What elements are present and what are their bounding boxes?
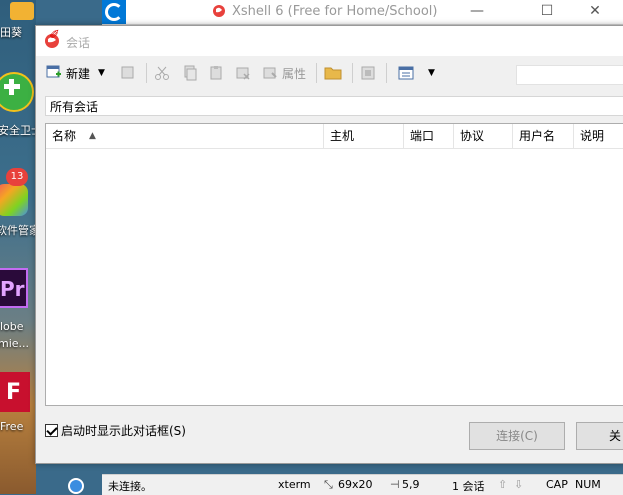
- dropdown-arrow-icon[interactable]: ▼: [98, 68, 105, 78]
- list-header: 名称 ▲ 主机 端口 协议 用户名 说明: [46, 124, 623, 149]
- close-button[interactable]: ✕: [572, 0, 618, 24]
- properties-button[interactable]: 属性: [262, 62, 306, 84]
- desktop: 田葵 安全卫士 13 软件管家 Pr lobe mie... F Free: [0, 0, 36, 494]
- open-folder-icon[interactable]: [324, 62, 342, 84]
- new-session-button[interactable]: 新建 ▼: [46, 62, 105, 84]
- column-header-port[interactable]: 端口: [404, 124, 454, 148]
- desktop-icon-calendar[interactable]: [0, 0, 36, 22]
- resize-icon: ⤡: [324, 478, 333, 491]
- desktop-label: 软件管家: [0, 224, 36, 237]
- desktop-icon-premiere[interactable]: Pr: [0, 268, 36, 312]
- copy-session-icon[interactable]: [120, 62, 136, 84]
- dropdown-arrow-icon[interactable]: ▼: [428, 68, 435, 78]
- desktop-icon-security-guard[interactable]: [0, 70, 36, 114]
- arrow-down-icon[interactable]: ⇩: [514, 478, 523, 491]
- xshell-app-icon: [102, 0, 126, 24]
- connection-status: 未连接。: [108, 480, 152, 493]
- num-lock-indicator: NUM: [575, 478, 601, 491]
- session-search-input[interactable]: [516, 65, 623, 85]
- terminal-type: xterm: [278, 478, 311, 491]
- sessions-dialog: 会话 ✐ 新建 ▼ 属性 ▼ 所有会话 名称 ▲ 主机 端口 协议 用户名 说明…: [35, 25, 623, 464]
- session-list[interactable]: 名称 ▲ 主机 端口 协议 用户名 说明: [45, 123, 623, 406]
- xshell-logo-icon: [212, 4, 226, 21]
- cursor-icon: ⊣: [390, 478, 400, 491]
- desktop-label: Free: [0, 420, 24, 433]
- desktop-icon-software-manager[interactable]: 13: [0, 168, 36, 218]
- startup-checkbox[interactable]: 启动时显示此对话框(S): [45, 422, 186, 439]
- folder-path-bar[interactable]: 所有会话: [45, 96, 623, 116]
- checkbox-checked-icon[interactable]: [45, 424, 58, 437]
- notification-badge: 13: [6, 168, 28, 186]
- dialog-titlebar: 会话 ✐: [36, 26, 623, 56]
- cut-icon[interactable]: [154, 62, 170, 84]
- view-options-button[interactable]: ▼: [398, 62, 435, 84]
- paste-icon[interactable]: [208, 62, 224, 84]
- new-session-icon: [46, 64, 62, 83]
- sort-ascending-icon: ▲: [89, 131, 96, 141]
- delete-icon[interactable]: [235, 62, 251, 84]
- caps-lock-indicator: CAP: [546, 478, 568, 491]
- column-header-protocol[interactable]: 协议: [454, 124, 513, 148]
- toolbar: 新建 ▼ 属性 ▼: [36, 58, 623, 88]
- desktop-label: lobe: [0, 320, 24, 333]
- cursor-position: 5,9: [402, 478, 420, 491]
- current-folder: 所有会话: [50, 100, 99, 114]
- status-bar: 未连接。 xterm ⤡ 69x20 ⊣ 5,9 1 会话 ⇧ ⇩ CAP NU…: [102, 474, 623, 495]
- desktop-label: 安全卫士: [0, 124, 36, 137]
- session-count: 1 会话: [452, 480, 485, 493]
- xshell-main-titlebar: Xshell 6 (Free for Home/School) — ☐ ✕: [102, 0, 623, 25]
- connect-button[interactable]: 连接(C): [469, 422, 565, 450]
- cursor-pointer-icon: ✐: [49, 28, 60, 43]
- column-header-host[interactable]: 主机: [324, 124, 404, 148]
- desktop-icon-pdf[interactable]: F: [0, 372, 36, 416]
- minimize-button[interactable]: —: [454, 0, 500, 24]
- window-title: Xshell 6 (Free for Home/School): [232, 4, 438, 19]
- column-header-username[interactable]: 用户名: [513, 124, 574, 148]
- column-header-description[interactable]: 说明: [574, 124, 623, 148]
- desktop-label: mie...: [0, 337, 30, 350]
- terminal-size: 69x20: [338, 478, 373, 491]
- search-field[interactable]: [517, 66, 623, 84]
- dialog-title: 会话: [66, 36, 91, 50]
- maximize-button[interactable]: ☐: [524, 0, 570, 24]
- column-header-name[interactable]: 名称 ▲: [46, 124, 324, 148]
- arrow-up-icon[interactable]: ⇧: [498, 478, 507, 491]
- new-folder-icon[interactable]: [360, 62, 376, 84]
- taskbar-app-icon[interactable]: [62, 476, 86, 494]
- desktop-label: 田葵: [0, 26, 22, 39]
- copy-icon[interactable]: [182, 62, 198, 84]
- close-dialog-button[interactable]: 关: [576, 422, 623, 450]
